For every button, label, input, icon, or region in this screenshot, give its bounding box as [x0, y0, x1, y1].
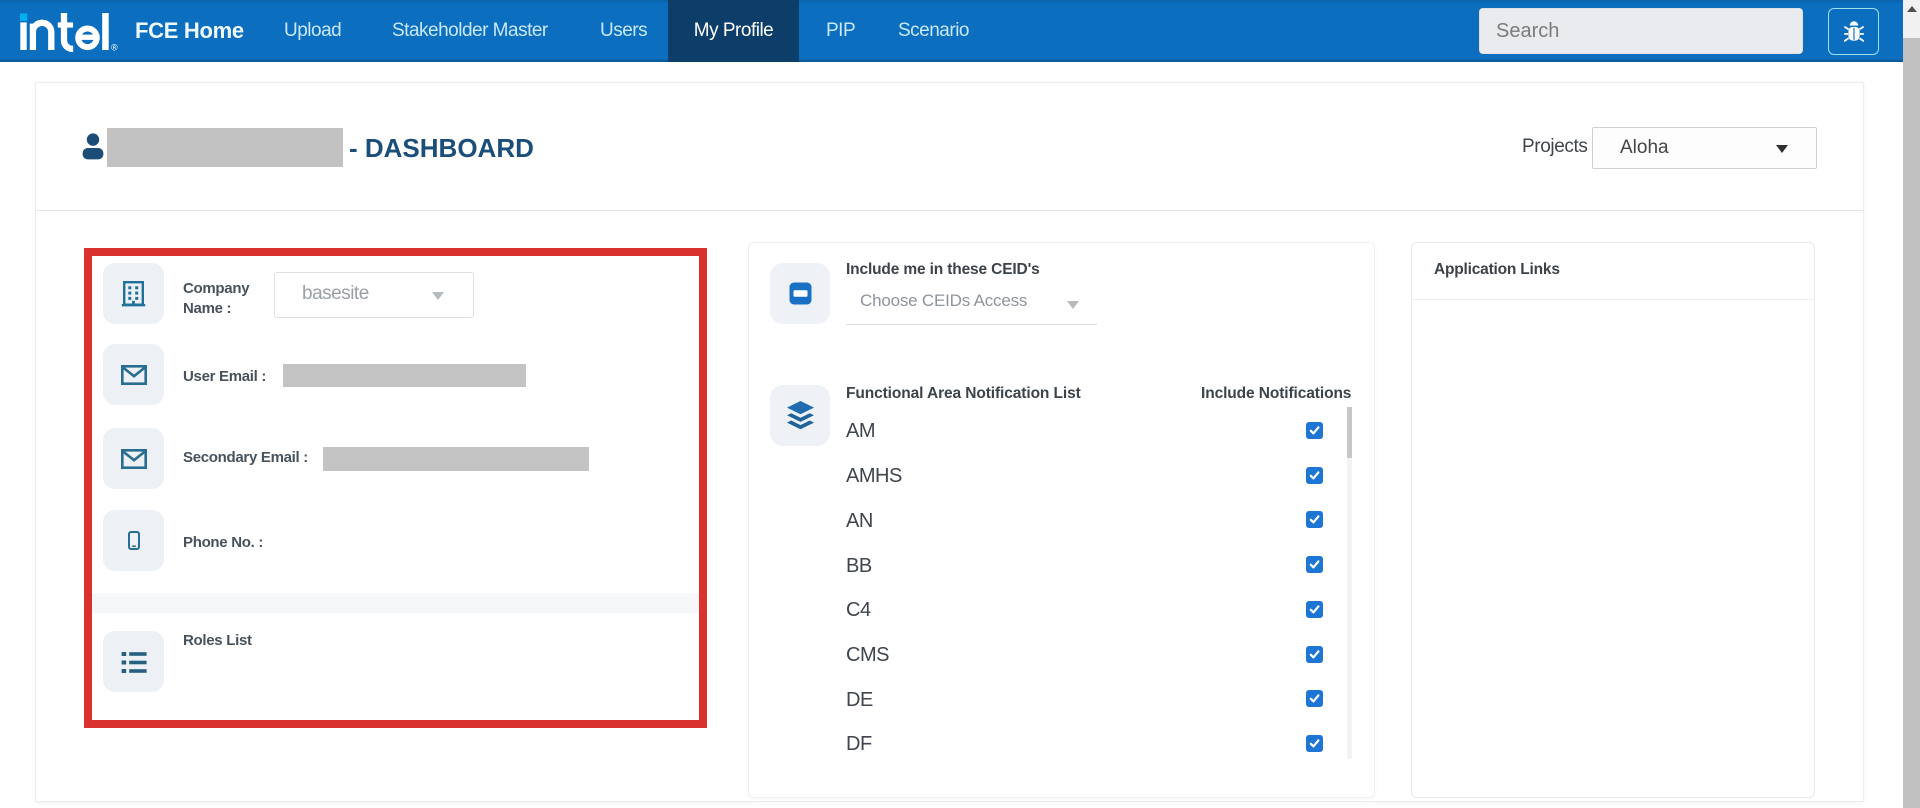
svg-text:®: ® [111, 43, 118, 53]
